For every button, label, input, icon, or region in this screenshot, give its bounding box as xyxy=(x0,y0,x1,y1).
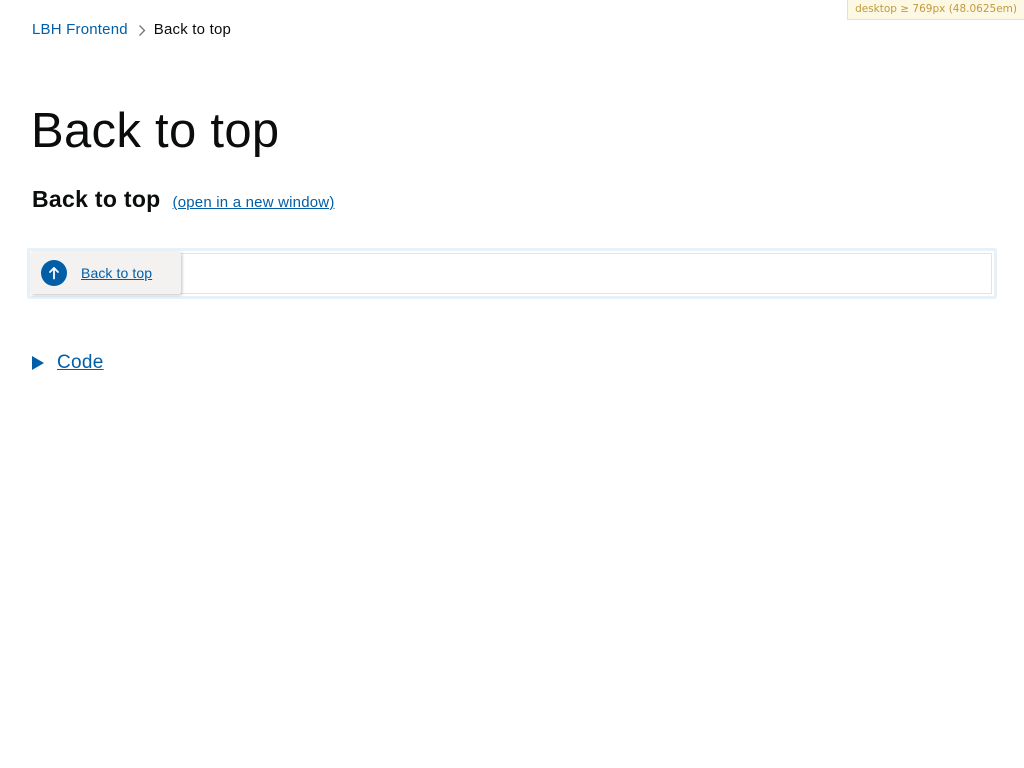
example-heading: Back to top xyxy=(32,186,161,212)
back-to-top-link[interactable]: Back to top xyxy=(81,265,152,281)
breadcrumb: LBH Frontend Back to top xyxy=(32,19,231,41)
example-preview-frame: Back to top xyxy=(27,248,997,299)
chevron-right-icon xyxy=(138,24,146,37)
breadcrumb-home-link[interactable]: LBH Frontend xyxy=(32,19,128,41)
code-disclosure-toggle[interactable]: Code xyxy=(32,351,104,375)
breakpoint-badge: desktop ≥ 769px (48.0625em) xyxy=(847,0,1024,20)
page-title: Back to top xyxy=(31,104,280,158)
example-heading-row: Back to top (open in a new window) xyxy=(32,184,335,214)
triangle-right-icon xyxy=(32,356,44,370)
back-to-top-button[interactable]: Back to top xyxy=(31,252,181,294)
breadcrumb-current: Back to top xyxy=(153,21,232,38)
code-toggle-label[interactable]: Code xyxy=(57,351,104,375)
open-in-new-window-link[interactable]: (open in a new window) xyxy=(173,194,335,211)
arrow-up-circle-icon xyxy=(41,260,67,286)
